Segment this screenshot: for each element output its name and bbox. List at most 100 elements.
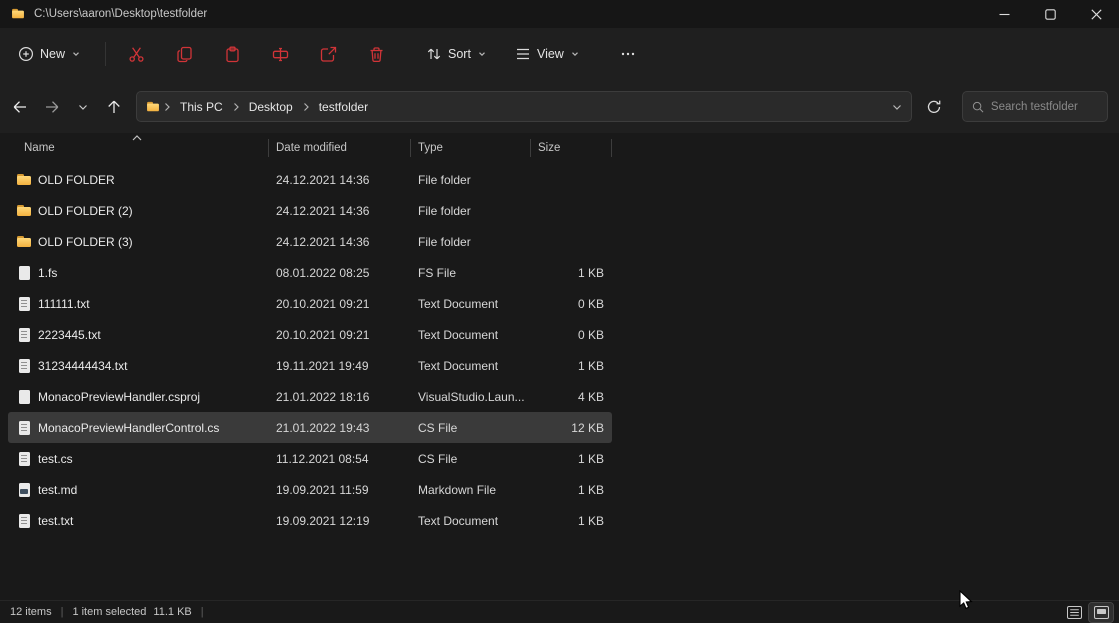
selection-size: 11.1 KB [153,606,191,618]
rename-button[interactable] [260,36,300,72]
file-type: Text Document [410,297,530,311]
breadcrumb-this-pc[interactable]: This PC [173,96,230,118]
column-header-size[interactable]: Size [530,133,612,163]
share-button[interactable] [308,36,348,72]
column-header-type[interactable]: Type [410,133,530,163]
chevron-down-icon [71,49,81,59]
file-row[interactable]: MonacoPreviewHandler.csproj21.01.2022 18… [8,381,612,412]
sort-arrows-icon [426,46,442,62]
file-date-modified: 24.12.2021 14:36 [268,204,410,218]
breadcrumb-testfolder[interactable]: testfolder [312,96,375,118]
file-row[interactable]: test.md19.09.2021 11:59Markdown File1 KB [8,474,612,505]
column-header-name[interactable]: Name [8,133,268,163]
file-type: VisualStudio.Laun... [410,390,530,404]
file-name-cell: OLD FOLDER [8,172,268,188]
file-type: Text Document [410,514,530,528]
file-size: 12 KB [530,421,612,435]
file-row[interactable]: 1.fs08.01.2022 08:25FS File1 KB [8,257,612,288]
breadcrumb-desktop[interactable]: Desktop [242,96,300,118]
file-name-cell: test.txt [8,513,268,529]
address-dropdown-button[interactable] [891,101,903,113]
file-row[interactable]: OLD FOLDER24.12.2021 14:36File folder [8,164,612,195]
maximize-button[interactable] [1027,0,1073,28]
forward-arrow-icon [44,99,60,115]
file-name: 31234444434.txt [38,359,127,373]
status-bar: 12 items | 1 item selected 11.1 KB | [0,600,1119,623]
file-date-modified: 19.09.2021 11:59 [268,483,410,497]
window-folder-icon [11,7,25,21]
cut-icon [128,46,145,63]
address-bar[interactable]: This PC Desktop testfolder [136,91,912,122]
back-button[interactable] [4,91,36,123]
chevron-down-icon [477,49,487,59]
file-size: 1 KB [530,483,612,497]
search-input[interactable] [991,101,1098,113]
column-header-date-label: Date modified [276,142,347,154]
file-type: Text Document [410,328,530,342]
file-size: 1 KB [530,266,612,280]
toolbar-divider [105,42,106,66]
up-arrow-icon [106,99,122,115]
cut-button[interactable] [116,36,156,72]
close-button[interactable] [1073,0,1119,28]
file-text-icon [16,451,32,467]
maximize-icon [1045,9,1056,20]
thumbnail-view-button[interactable] [1089,603,1113,622]
navigation-bar: This PC Desktop testfolder [0,80,1119,133]
details-view-icon [1067,606,1082,619]
file-type: File folder [410,173,530,187]
breadcrumb-chevron-icon[interactable] [161,102,173,112]
file-name: 1.fs [38,266,57,280]
file-row[interactable]: OLD FOLDER (3)24.12.2021 14:36File folde… [8,226,612,257]
file-row[interactable]: OLD FOLDER (2)24.12.2021 14:36File folde… [8,195,612,226]
breadcrumb-chevron-icon[interactable] [230,102,242,112]
file-row[interactable]: test.txt19.09.2021 12:19Text Document1 K… [8,505,612,536]
file-icon [16,389,32,405]
file-row[interactable]: 31234444434.txt19.11.2021 19:49Text Docu… [8,350,612,381]
file-name-cell: 1.fs [8,265,268,281]
file-row[interactable]: 2223445.txt20.10.2021 09:21Text Document… [8,319,612,350]
search-box[interactable] [962,91,1108,122]
minimize-icon [999,9,1010,20]
view-button[interactable]: View [505,36,590,72]
refresh-button[interactable] [918,91,950,123]
file-type: Markdown File [410,483,530,497]
new-button[interactable]: New [8,36,91,72]
file-row[interactable]: 111111.txt20.10.2021 09:21Text Document0… [8,288,612,319]
copy-button[interactable] [164,36,204,72]
forward-button[interactable] [36,91,68,123]
paste-button[interactable] [212,36,252,72]
breadcrumb-chevron-icon[interactable] [300,102,312,112]
up-button[interactable] [98,91,130,123]
details-view-button[interactable] [1062,603,1086,622]
file-size: 1 KB [530,359,612,373]
view-button-label: View [537,47,564,61]
copy-icon [176,46,193,63]
sort-ascending-icon [132,135,142,141]
file-name: test.cs [38,452,73,466]
file-date-modified: 20.10.2021 09:21 [268,328,410,342]
thumbnail-view-icon [1094,606,1109,619]
file-name-cell: MonacoPreviewHandlerControl.cs [8,420,268,436]
item-count: 12 items [10,606,52,618]
paste-icon [224,46,241,63]
file-text-icon [16,358,32,374]
file-md-icon [16,482,32,498]
file-row[interactable]: MonacoPreviewHandlerControl.cs21.01.2022… [8,412,612,443]
file-name: test.txt [38,514,73,528]
delete-button[interactable] [356,36,396,72]
refresh-icon [926,99,942,115]
file-name: OLD FOLDER [38,173,115,187]
minimize-button[interactable] [981,0,1027,28]
sort-button[interactable]: Sort [416,36,497,72]
file-text-icon [16,327,32,343]
recent-locations-button[interactable] [68,91,98,123]
file-name: MonacoPreviewHandler.csproj [38,390,200,404]
column-header-date-modified[interactable]: Date modified [268,133,410,163]
file-name-cell: MonacoPreviewHandler.csproj [8,389,268,405]
trash-icon [368,46,385,63]
file-name-cell: OLD FOLDER (2) [8,203,268,219]
file-row[interactable]: test.cs11.12.2021 08:54CS File1 KB [8,443,612,474]
more-options-button[interactable] [608,36,648,72]
file-size: 4 KB [530,390,612,404]
